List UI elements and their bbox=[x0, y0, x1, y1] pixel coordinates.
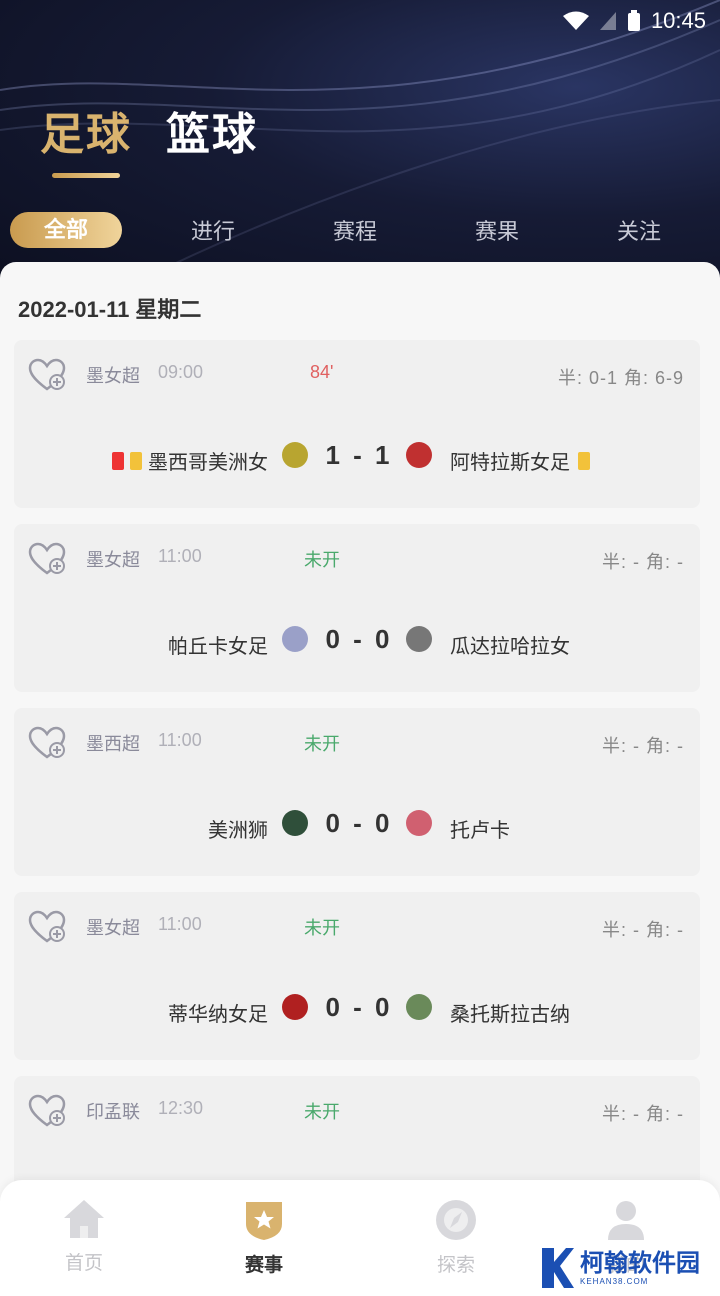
match-stats: 半: - 角: - bbox=[602, 1104, 684, 1124]
heart-plus-icon[interactable] bbox=[28, 726, 66, 760]
away-team-name: 托卢卡 bbox=[450, 820, 510, 842]
match-list-panel: 2022-01-11 星期二 墨女超 09:00 84' 半: 0-1 角: 6… bbox=[0, 262, 720, 1296]
match-score: 0 - 0 bbox=[325, 992, 393, 1022]
league-name: 墨女超 bbox=[86, 366, 140, 386]
date-header: 2022-01-11 星期二 bbox=[18, 297, 202, 322]
match-score: 0 - 0 bbox=[325, 624, 393, 654]
heart-plus-icon[interactable] bbox=[28, 910, 66, 944]
match-status: 未开 bbox=[304, 550, 340, 570]
heart-plus-icon[interactable] bbox=[28, 1094, 66, 1128]
no-signal-icon bbox=[599, 12, 616, 30]
match-time: 11:00 bbox=[158, 546, 202, 566]
match-card[interactable]: 墨女超 11:00 未开 半: - 角: - 蒂华纳女足 0 - 0 桑托斯拉古… bbox=[14, 892, 700, 1060]
k-logo-icon bbox=[542, 1248, 574, 1288]
yellow-card-badge bbox=[130, 451, 142, 470]
header: 10:45 足球 篮球 全部 进行 赛程 赛果 关注 bbox=[0, 0, 720, 290]
watermark-logo: 柯翰软件园 KEHAN38.COM bbox=[540, 1246, 700, 1290]
star-shield-icon bbox=[246, 1202, 282, 1240]
league-name: 印孟联 bbox=[86, 1102, 140, 1122]
home-team-name: 帕丘卡女足 bbox=[168, 636, 268, 658]
home-team-name: 墨西哥美洲女 bbox=[148, 452, 268, 474]
status-bar: 10:45 bbox=[562, 6, 706, 36]
home-icon bbox=[64, 1200, 104, 1238]
filter-tabs: 全部 进行 赛程 赛果 关注 bbox=[10, 210, 710, 250]
match-stats: 半: 0-1 角: 6-9 bbox=[557, 368, 684, 388]
match-status: 未开 bbox=[304, 734, 340, 754]
away-team-name: 瓜达拉哈拉女 bbox=[450, 636, 570, 658]
match-time: 11:00 bbox=[158, 730, 202, 750]
user-icon bbox=[608, 1201, 644, 1240]
nav-home-label: 首页 bbox=[64, 1253, 103, 1274]
match-status: 未开 bbox=[304, 1102, 340, 1122]
tab-football[interactable]: 足球 bbox=[40, 98, 132, 178]
red-card-badge bbox=[112, 451, 124, 470]
heart-plus-icon[interactable] bbox=[28, 358, 66, 392]
match-teams: 墨西哥美洲女 1 - 1 阿特拉斯女足 bbox=[14, 440, 700, 476]
match-teams: 美洲狮 0 - 0 托卢卡 bbox=[14, 808, 700, 844]
home-team-logo-icon bbox=[282, 626, 308, 652]
tab-basketball[interactable]: 篮球 bbox=[166, 98, 258, 162]
match-stats: 半: - 角: - bbox=[602, 552, 684, 572]
filter-tab-followed[interactable]: 关注 bbox=[568, 214, 710, 246]
sport-tabs: 足球 篮球 bbox=[40, 98, 258, 178]
away-team: 桑托斯拉古纳 bbox=[450, 998, 570, 1027]
league-name: 墨女超 bbox=[86, 918, 140, 938]
watermark-text: 柯翰软件园 bbox=[580, 1249, 700, 1277]
home-team-logo-icon bbox=[282, 810, 308, 836]
away-team: 瓜达拉哈拉女 bbox=[450, 630, 570, 659]
match-score: 0 - 0 bbox=[325, 808, 393, 838]
match-score: 1 - 1 bbox=[325, 440, 393, 470]
nav-explore[interactable]: 探索 bbox=[396, 1198, 516, 1277]
home-team: 帕丘卡女足 bbox=[168, 630, 268, 659]
filter-tab-live[interactable]: 进行 bbox=[142, 214, 284, 246]
home-team-name: 美洲狮 bbox=[208, 820, 268, 842]
match-card[interactable]: 墨女超 11:00 未开 半: - 角: - 帕丘卡女足 0 - 0 瓜达拉哈拉… bbox=[14, 524, 700, 692]
away-team-name: 阿特拉斯女足 bbox=[450, 452, 570, 474]
away-team-logo-icon bbox=[406, 626, 432, 652]
nav-matches-label: 赛事 bbox=[244, 1255, 283, 1276]
match-status: 未开 bbox=[304, 918, 340, 938]
match-stats: 半: - 角: - bbox=[602, 920, 684, 940]
league-name: 墨女超 bbox=[86, 550, 140, 570]
nav-matches[interactable]: 赛事 bbox=[204, 1198, 324, 1277]
yellow-card-badge bbox=[578, 451, 590, 470]
away-team: 阿特拉斯女足 bbox=[450, 446, 590, 475]
league-name: 墨西超 bbox=[86, 734, 140, 754]
home-team: 蒂华纳女足 bbox=[168, 998, 268, 1027]
match-time: 11:00 bbox=[158, 914, 202, 934]
away-team: 托卢卡 bbox=[450, 814, 510, 843]
heart-plus-icon[interactable] bbox=[28, 542, 66, 576]
match-card[interactable]: 墨西超 11:00 未开 半: - 角: - 美洲狮 0 - 0 托卢卡 bbox=[14, 708, 700, 876]
away-team-logo-icon bbox=[406, 442, 432, 468]
status-time: 10:45 bbox=[650, 8, 706, 33]
away-team-name: 桑托斯拉古纳 bbox=[450, 1004, 570, 1026]
filter-tab-all[interactable]: 全部 bbox=[10, 212, 122, 248]
home-team: 墨西哥美洲女 bbox=[112, 446, 268, 475]
match-teams: 帕丘卡女足 0 - 0 瓜达拉哈拉女 bbox=[14, 624, 700, 660]
watermark-sub: KEHAN38.COM bbox=[580, 1276, 649, 1286]
match-status: 84' bbox=[310, 362, 334, 382]
away-team-logo-icon bbox=[406, 810, 432, 836]
home-team: 美洲狮 bbox=[208, 814, 268, 843]
home-team-logo-icon bbox=[282, 442, 308, 468]
battery-icon bbox=[627, 10, 640, 31]
wifi-icon bbox=[562, 11, 589, 30]
match-card[interactable]: 墨女超 09:00 84' 半: 0-1 角: 6-9 墨西哥美洲女 1 - 1… bbox=[14, 340, 700, 508]
nav-explore-label: 探索 bbox=[436, 1255, 475, 1276]
match-time: 09:00 bbox=[158, 362, 204, 382]
home-team-logo-icon bbox=[282, 994, 308, 1020]
filter-tab-schedule[interactable]: 赛程 bbox=[284, 214, 426, 246]
home-team-name: 蒂华纳女足 bbox=[168, 1004, 268, 1026]
filter-tab-results[interactable]: 赛果 bbox=[426, 214, 568, 246]
compass-icon bbox=[436, 1200, 476, 1240]
match-teams: 蒂华纳女足 0 - 0 桑托斯拉古纳 bbox=[14, 992, 700, 1028]
match-stats: 半: - 角: - bbox=[602, 736, 684, 756]
match-time: 12:30 bbox=[158, 1098, 204, 1118]
nav-home[interactable]: 首页 bbox=[24, 1198, 144, 1275]
away-team-logo-icon bbox=[406, 994, 432, 1020]
